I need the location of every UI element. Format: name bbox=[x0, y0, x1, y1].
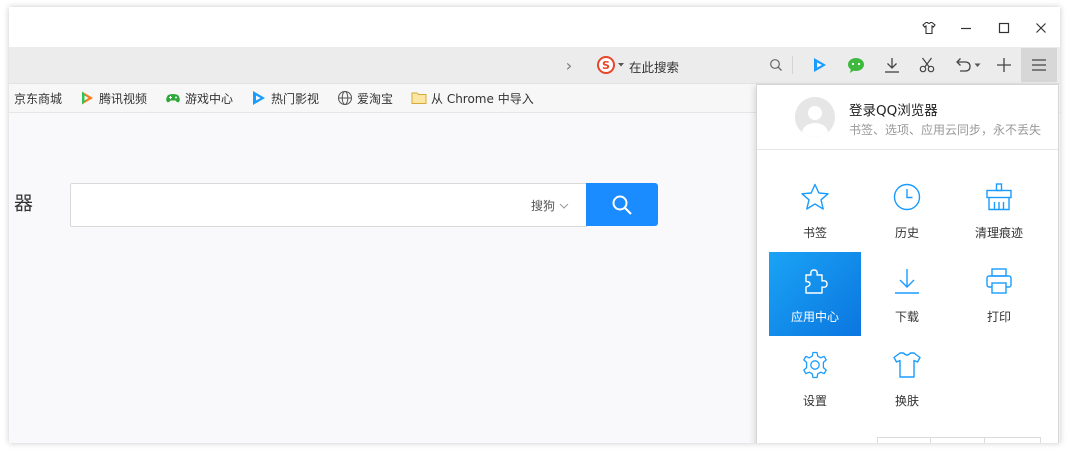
scissors-icon bbox=[919, 57, 935, 73]
menu-item-history[interactable]: 历史 bbox=[861, 168, 953, 252]
browser-window: › S 在此搜索 京东商城 腾讯视频 游戏中心 热门影视 爱淘宝 从 Chrom… bbox=[9, 7, 1060, 443]
menu-item-label: 下载 bbox=[894, 310, 919, 324]
caret-down-icon bbox=[974, 63, 980, 67]
menu-item-bookmarks[interactable]: 书签 bbox=[769, 168, 861, 252]
panel-footer-buttons[interactable] bbox=[877, 437, 1041, 443]
minimize-button[interactable] bbox=[955, 17, 977, 39]
search-icon bbox=[770, 59, 782, 71]
bookmark-label: 京东商城 bbox=[14, 91, 63, 106]
download-icon bbox=[890, 264, 924, 298]
menu-item-print[interactable]: 打印 bbox=[953, 252, 1045, 336]
toolbar-separator bbox=[792, 56, 793, 74]
menu-item-label: 应用中心 bbox=[790, 310, 839, 324]
caret-down-icon bbox=[618, 63, 624, 67]
main-menu-panel: 登录QQ浏览器 书签、选项、应用云同步，永不丢失 书签 历史 清理痕迹 应用中心… bbox=[756, 84, 1059, 443]
login-subtitle: 书签、选项、应用云同步，永不丢失 bbox=[849, 123, 1042, 137]
star-icon bbox=[798, 180, 832, 214]
bookmark-label: 腾讯视频 bbox=[99, 91, 148, 106]
svg-text:S: S bbox=[602, 59, 610, 72]
shirt-icon bbox=[890, 348, 924, 382]
close-button[interactable] bbox=[1030, 17, 1052, 39]
bookmark-label: 热门影视 bbox=[271, 91, 320, 106]
skin-button[interactable] bbox=[918, 17, 940, 39]
new-tab-button[interactable] bbox=[992, 53, 1016, 77]
bookmark-hot-movies[interactable]: 热门影视 bbox=[251, 90, 319, 106]
puzzle-icon bbox=[798, 264, 832, 298]
broom-icon bbox=[982, 180, 1016, 214]
menu-item-downloads[interactable]: 下载 bbox=[861, 252, 953, 336]
menu-item-label: 设置 bbox=[802, 394, 827, 408]
maximize-button[interactable] bbox=[993, 17, 1015, 39]
shirt-icon bbox=[922, 21, 936, 35]
search-icon bbox=[612, 195, 632, 215]
avatar[interactable] bbox=[795, 97, 835, 137]
bookmark-label: 从 Chrome 中导入 bbox=[431, 91, 534, 106]
add-icon bbox=[997, 58, 1011, 72]
page-heading-fragment: 器 bbox=[11, 193, 33, 212]
minimize-icon bbox=[961, 27, 971, 30]
main-menu-button[interactable] bbox=[1021, 48, 1057, 82]
video-button[interactable] bbox=[808, 53, 832, 77]
chevron-right-icon: › bbox=[565, 55, 573, 75]
bookmark-label: 爱淘宝 bbox=[357, 91, 394, 106]
menu-item-label: 历史 bbox=[894, 226, 919, 240]
title-bar bbox=[9, 7, 1060, 47]
gamepad-icon bbox=[165, 90, 181, 106]
undo-icon bbox=[955, 58, 971, 72]
close-icon bbox=[1036, 23, 1046, 33]
bookmark-game-center[interactable]: 游戏中心 bbox=[165, 90, 233, 106]
video-icon bbox=[251, 90, 267, 106]
page-search-input[interactable]: 搜狗 bbox=[70, 183, 587, 227]
printer-icon bbox=[982, 264, 1016, 298]
wechat-icon bbox=[848, 58, 864, 73]
forward-chevron[interactable]: › bbox=[557, 53, 581, 77]
bookmark-ai-taobao[interactable]: 爱淘宝 bbox=[337, 90, 393, 106]
bookmark-label: 游戏中心 bbox=[185, 91, 234, 106]
bookmark-jd[interactable]: 京东商城 bbox=[14, 90, 62, 106]
login-title[interactable]: 登录QQ浏览器 bbox=[849, 99, 938, 119]
download-button[interactable] bbox=[880, 53, 904, 77]
download-icon bbox=[885, 58, 899, 73]
bookmark-tencent-video[interactable]: 腾讯视频 bbox=[79, 90, 147, 106]
menu-item-change-skin[interactable]: 换肤 bbox=[861, 336, 953, 420]
clock-icon bbox=[890, 180, 924, 214]
engine-selector[interactable]: 搜狗 bbox=[531, 197, 569, 214]
folder-icon bbox=[411, 90, 427, 106]
menu-item-label: 书签 bbox=[802, 226, 827, 240]
menu-icon bbox=[1032, 59, 1046, 71]
menu-item-clear-traces[interactable]: 清理痕迹 bbox=[953, 168, 1045, 252]
toolbar: › S 在此搜索 bbox=[9, 47, 1060, 84]
menu-item-settings[interactable]: 设置 bbox=[769, 336, 861, 420]
menu-item-label: 清理痕迹 bbox=[974, 226, 1023, 240]
undo-button[interactable] bbox=[950, 53, 984, 77]
menu-item-label: 打印 bbox=[986, 310, 1011, 324]
user-icon bbox=[795, 97, 835, 137]
toolbar-search-button[interactable] bbox=[764, 53, 788, 77]
maximize-icon bbox=[998, 22, 1010, 34]
bookmark-import-chrome[interactable]: 从 Chrome 中导入 bbox=[411, 90, 534, 106]
globe-icon bbox=[337, 90, 353, 106]
menu-item-label: 换肤 bbox=[894, 394, 919, 408]
page-search-button[interactable] bbox=[586, 183, 658, 226]
search-engine-selector[interactable]: S bbox=[597, 55, 625, 75]
tencent-video-icon bbox=[79, 90, 95, 106]
sogou-icon: S bbox=[597, 56, 615, 74]
screenshot-button[interactable] bbox=[915, 53, 939, 77]
gear-icon bbox=[798, 348, 832, 382]
video-icon bbox=[814, 58, 826, 72]
menu-item-app-center[interactable]: 应用中心 bbox=[769, 252, 861, 336]
login-section[interactable]: 登录QQ浏览器 书签、选项、应用云同步，永不丢失 bbox=[757, 85, 1058, 150]
wechat-button[interactable] bbox=[844, 53, 868, 77]
toolbar-search-input[interactable]: 在此搜索 bbox=[629, 57, 679, 76]
chevron-down-icon bbox=[559, 203, 569, 209]
engine-selector-label: 搜狗 bbox=[530, 199, 555, 213]
